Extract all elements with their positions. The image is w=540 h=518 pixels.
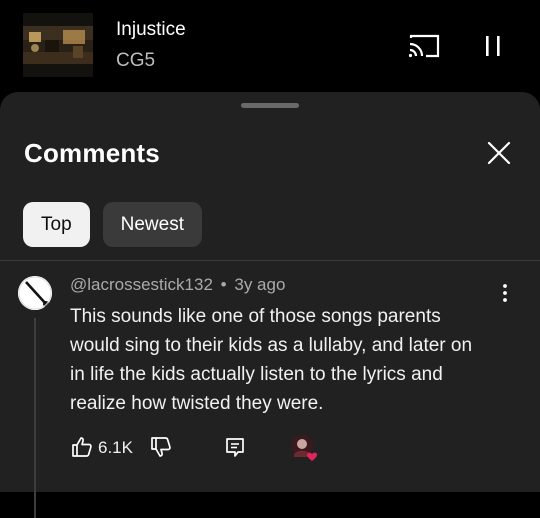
creator-heart-icon — [291, 435, 318, 461]
thumbs-up-icon[interactable] — [70, 435, 94, 459]
comment-text: This sounds like one of those songs pare… — [70, 306, 473, 414]
meta-separator: • — [220, 275, 227, 294]
comment-age: 3y ago — [234, 275, 286, 294]
sort-tabs: Top Newest — [23, 202, 202, 247]
divider — [0, 260, 540, 261]
cast-button[interactable] — [406, 32, 442, 60]
close-icon — [487, 141, 511, 165]
drag-handle[interactable] — [241, 103, 299, 108]
comment-author[interactable]: @lacrossestick132 — [70, 275, 213, 294]
pause-icon — [486, 36, 500, 56]
comment-menu-button[interactable] — [496, 282, 514, 304]
avatar[interactable] — [18, 276, 52, 310]
thumbs-down-icon[interactable] — [149, 435, 173, 459]
cast-icon — [408, 34, 440, 58]
reply-icon[interactable] — [224, 436, 246, 458]
video-thumbnail[interactable] — [23, 13, 93, 77]
like-count: 6.1K — [98, 438, 133, 457]
comment-meta: @lacrossestick132 • 3y ago — [70, 275, 285, 295]
track-title[interactable]: Injustice — [116, 19, 186, 41]
pause-button[interactable] — [478, 32, 508, 60]
comments-sheet: Comments Top Newest @lacrossestick132 • … — [0, 92, 540, 518]
thread-line — [34, 318, 36, 518]
tab-top[interactable]: Top — [23, 202, 90, 247]
comments-title: Comments — [24, 138, 160, 168]
thumbnail-image — [23, 26, 93, 64]
tab-newest[interactable]: Newest — [102, 202, 202, 247]
avatar-image — [18, 276, 52, 310]
mini-player[interactable]: Injustice CG5 — [0, 0, 540, 92]
track-artist[interactable]: CG5 — [116, 50, 155, 72]
more-vertical-icon — [503, 284, 507, 302]
close-button[interactable] — [484, 138, 514, 168]
